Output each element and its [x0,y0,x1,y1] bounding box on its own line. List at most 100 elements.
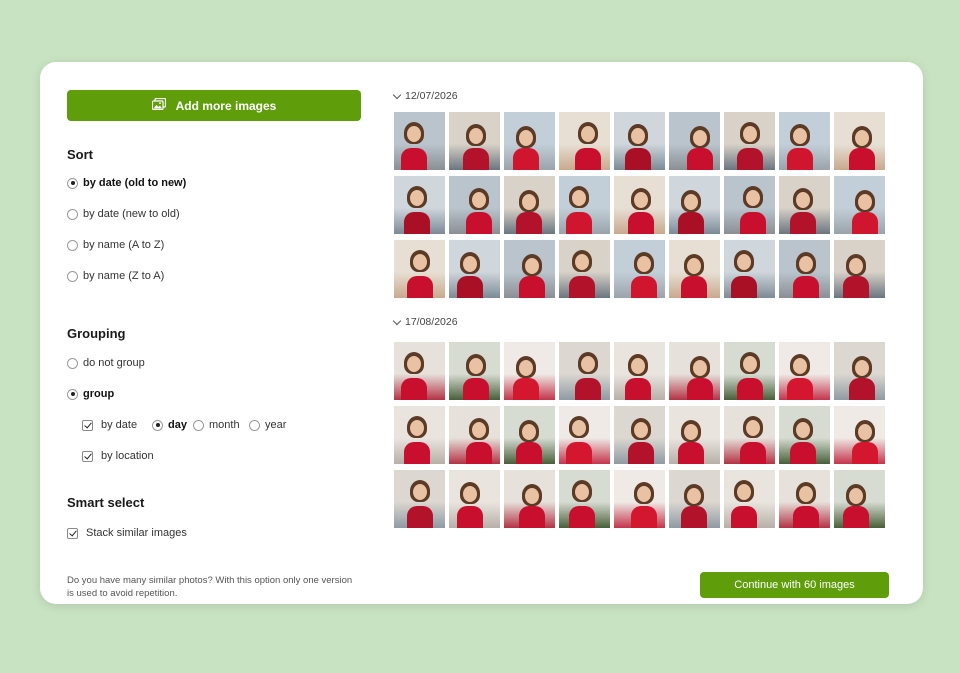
group-date: 17/08/2026 [405,316,458,328]
photo-thumbnail[interactable] [669,240,720,298]
photo-thumbnail[interactable] [504,406,555,464]
photo-thumbnail[interactable] [614,342,665,400]
photo-thumbnail[interactable] [394,470,445,528]
photo-thumbnail[interactable] [614,240,665,298]
photo-thumbnail[interactable] [669,406,720,464]
add-more-images-button[interactable]: Add more images [67,90,361,121]
photo-thumbnail[interactable] [559,470,610,528]
photo-thumbnail[interactable] [779,342,830,400]
photo-thumbnail[interactable] [834,342,885,400]
photo-thumbnail[interactable] [504,470,555,528]
continue-button[interactable]: Continue with 60 images [700,572,889,598]
photo-thumbnail[interactable] [449,240,500,298]
photo-thumbnail[interactable] [779,406,830,464]
photo-thumbnail[interactable] [669,342,720,400]
photo-thumbnail[interactable] [724,240,775,298]
radio-icon [67,270,78,282]
radio-icon [67,388,78,400]
photo-thumbnail[interactable] [834,406,885,464]
grouping-option-group[interactable]: group [67,388,114,400]
photo-thumbnail[interactable] [834,240,885,298]
photo-thumbnail[interactable] [834,112,885,170]
main-card: Add more images Sort by date (old to new… [40,62,923,604]
sort-option-label: by date (new to old) [83,208,180,220]
granularity-label: month [209,419,240,431]
chevron-down-icon [392,316,402,325]
photo-thumbnail[interactable] [834,470,885,528]
photo-thumbnail[interactable] [504,240,555,298]
photo-thumbnail[interactable] [724,342,775,400]
photo-thumbnail[interactable] [724,406,775,464]
photo-thumbnail[interactable] [504,112,555,170]
photo-thumbnail[interactable] [449,112,500,170]
photo-thumbnail[interactable] [724,470,775,528]
photo-thumbnail[interactable] [559,112,610,170]
add-more-images-label: Add more images [175,98,277,113]
photo-thumbnail[interactable] [504,176,555,234]
photo-thumbnail[interactable] [779,470,830,528]
photo-thumbnail[interactable] [614,176,665,234]
checkbox-icon [67,527,78,539]
photo-thumbnail[interactable] [394,176,445,234]
photo-thumbnail[interactable] [779,112,830,170]
sort-option-date-desc[interactable]: by date (new to old) [67,208,180,220]
group-date: 12/07/2026 [405,90,458,102]
sort-title: Sort [67,147,93,162]
photo-thumbnail[interactable] [779,240,830,298]
grouping-option-label: group [83,388,115,400]
radio-icon [249,419,260,431]
group-by-date-checkbox[interactable]: by date [82,419,137,431]
photo-thumbnail[interactable] [834,176,885,234]
photo-thumbnail[interactable] [394,112,445,170]
sort-option-name-desc[interactable]: by name (Z to A) [67,270,164,282]
photo-thumbnail[interactable] [614,112,665,170]
group-by-date-label: by date [101,419,138,431]
sort-option-name-asc[interactable]: by name (A to Z) [67,239,164,251]
radio-icon [152,419,163,431]
radio-icon [193,419,204,431]
photo-thumbnail[interactable] [614,406,665,464]
group-header-1[interactable]: 12/07/2026 [392,90,458,102]
granularity-label: year [265,419,287,431]
options-panel: Add more images Sort by date (old to new… [67,90,361,599]
photo-thumbnail[interactable] [779,176,830,234]
photo-thumbnail[interactable] [504,342,555,400]
photo-thumbnail[interactable] [724,112,775,170]
granularity-day[interactable]: day [152,419,187,431]
granularity-month[interactable]: month [193,419,240,431]
sort-option-date-asc[interactable]: by date (old to new) [67,177,186,189]
photo-thumbnail[interactable] [669,176,720,234]
photo-thumbnail[interactable] [394,240,445,298]
photo-thumbnail[interactable] [449,342,500,400]
image-grid-1 [394,112,885,298]
photo-thumbnail[interactable] [669,470,720,528]
sort-option-label: by name (A to Z) [83,239,165,251]
photo-thumbnail[interactable] [559,342,610,400]
radio-icon [67,357,78,369]
photo-thumbnail[interactable] [394,406,445,464]
group-by-location-label: by location [101,450,154,462]
photo-thumbnail[interactable] [559,240,610,298]
photo-thumbnail[interactable] [559,406,610,464]
image-grid-2 [394,342,885,528]
grouping-option-none[interactable]: do not group [67,357,145,369]
stack-similar-checkbox[interactable]: Stack similar images [67,527,187,539]
group-by-location-checkbox[interactable]: by location [82,450,154,462]
sort-option-label: by name (Z to A) [83,270,165,282]
photo-thumbnail[interactable] [449,470,500,528]
photo-thumbnail[interactable] [449,176,500,234]
group-header-2[interactable]: 17/08/2026 [392,316,458,328]
photo-thumbnail[interactable] [724,176,775,234]
smart-select-title: Smart select [67,495,145,510]
photo-thumbnail[interactable] [394,342,445,400]
sort-option-label: by date (old to new) [83,177,187,189]
grouping-title: Grouping [67,326,126,341]
photo-thumbnail[interactable] [614,470,665,528]
photo-thumbnail[interactable] [669,112,720,170]
images-icon [151,97,166,113]
checkbox-icon [82,450,93,462]
granularity-year[interactable]: year [249,419,286,431]
photo-thumbnail[interactable] [559,176,610,234]
photo-thumbnail[interactable] [449,406,500,464]
grouping-option-label: do not group [83,357,145,369]
